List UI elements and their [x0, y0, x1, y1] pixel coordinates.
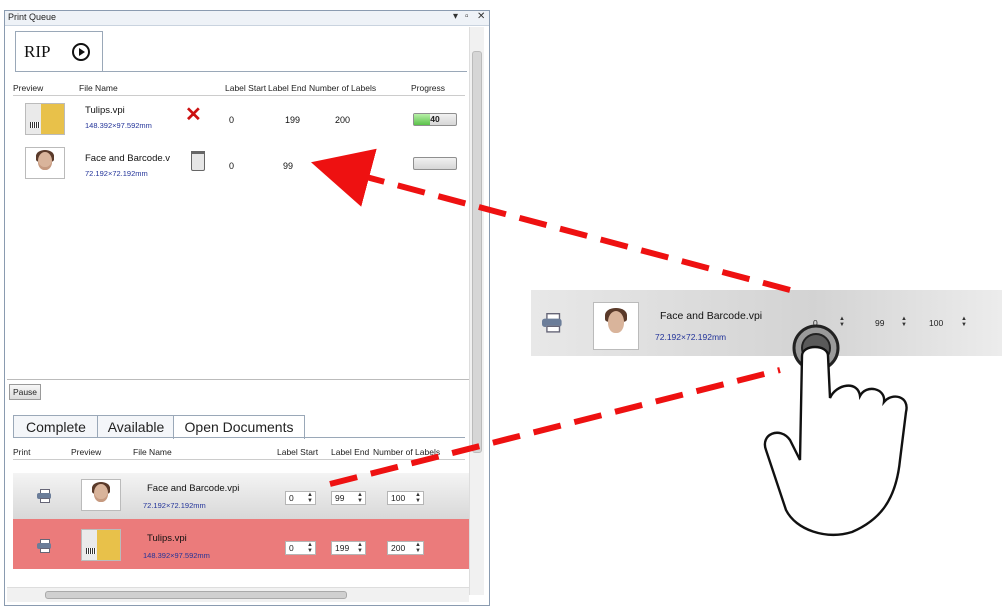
arrow-from-list	[329, 367, 781, 487]
annotation-overlay	[311, 148, 908, 536]
pointing-hand-icon	[763, 324, 908, 536]
arrow-to-queue	[311, 148, 791, 293]
